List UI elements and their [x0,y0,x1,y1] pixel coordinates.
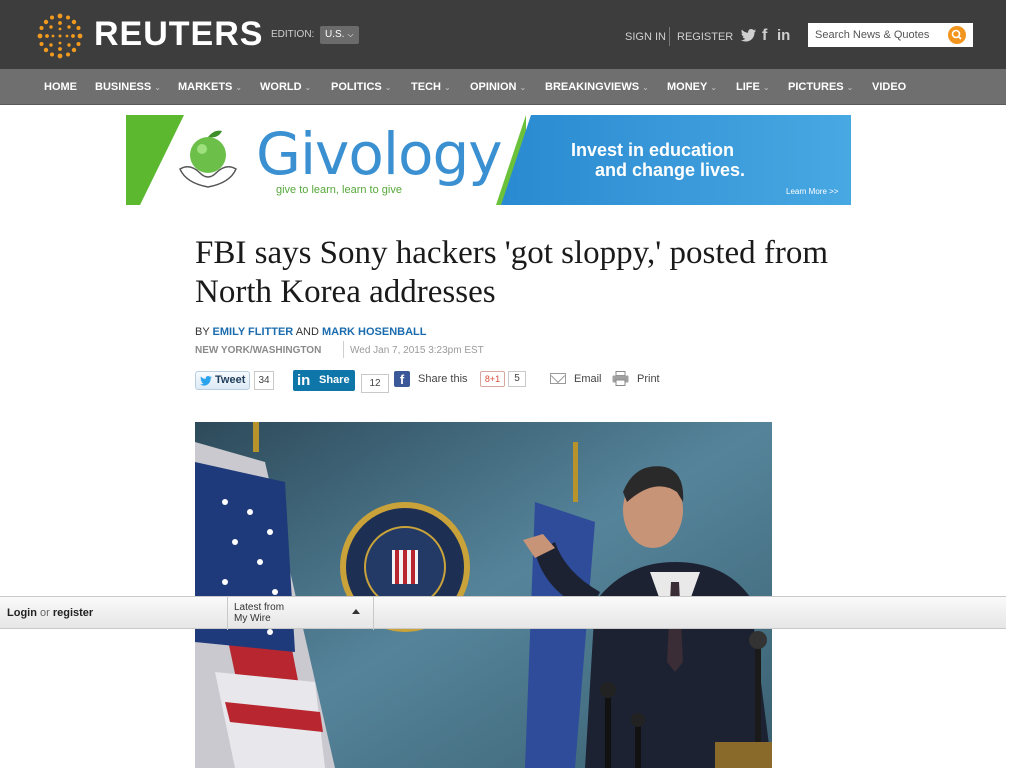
search-input[interactable] [808,23,948,47]
print-link[interactable]: Print [637,373,660,385]
login-register: Login or register [7,607,93,619]
banner-accent-stripe [126,115,140,205]
linkedin-icon: in [297,372,311,389]
linkedin-count: 12 [361,374,389,393]
givology-banner-ad[interactable]: Givology give to learn, learn to give In… [126,115,851,205]
nav-item-business[interactable]: BUSINESS ⌄ [95,69,161,105]
nav-label: LIFE [736,81,760,93]
chevron-down-icon: ⌄ [642,83,649,92]
tweet-label: Tweet [215,374,246,386]
article-photo[interactable] [195,422,772,768]
banner-pitch-line1: Invest in education [571,140,735,160]
nav-label: PICTURES [788,81,844,93]
nav-item-life[interactable]: LIFE ⌄ [736,69,770,105]
byline: BY EMILY FLITTER AND MARK HOSENBALL [195,326,426,338]
twitter-icon [200,376,212,386]
latest-line1: Latest from [234,602,285,613]
chevron-down-icon: ⌄ [519,83,527,92]
tweet-button[interactable]: Tweet [195,371,250,390]
edition-label: EDITION: [271,29,315,40]
byline-and: AND [295,326,319,338]
linkedin-icon[interactable]: in [777,27,790,45]
facebook-share-link[interactable]: Share this [418,373,468,385]
author-link-1[interactable]: EMILY FLITTER [213,326,294,338]
chevron-down-icon: ⌄ [762,83,770,92]
reuters-logo-icon[interactable] [36,12,84,60]
twitter-icon[interactable] [741,29,756,42]
search-box [808,23,973,47]
nav-label: VIDEO [872,81,907,93]
facebook-icon[interactable]: f [394,371,410,387]
nav-label: WORLD [260,81,302,93]
nav-label: MONEY [667,81,708,93]
caret-up-icon[interactable] [352,609,360,614]
nav-label: BREAKINGVIEWS [545,81,640,93]
header-divider [669,27,670,46]
sign-in-link[interactable]: SIGN IN [625,31,666,43]
toolbar-divider [373,597,374,630]
nav-item-home[interactable]: HOME [44,69,77,105]
google-plus-count: 5 [508,371,526,387]
brand-name[interactable]: REUTERS [94,14,263,54]
nav-item-markets[interactable]: MARKETS ⌄ [178,69,242,105]
chevron-down-icon: ⌄ [846,83,854,92]
nav-item-tech[interactable]: TECH ⌄ [411,69,451,105]
dateline: NEW YORK/WASHINGTON [195,345,322,356]
nav-item-money[interactable]: MONEY ⌄ [667,69,717,105]
email-icon[interactable] [550,373,566,384]
banner-tagline: give to learn, learn to give [276,184,402,196]
nav-item-politics[interactable]: POLITICS ⌄ [331,69,391,105]
search-icon [951,29,962,40]
tweet-count: 34 [254,371,274,390]
search-button[interactable] [948,26,966,44]
banner-pitch-line2: and change lives. [595,160,746,180]
chevron-down-icon: ⌄ [154,83,161,92]
chevron-down-icon: ⌄ [235,83,243,92]
nav-label: HOME [44,81,77,93]
nav-item-breakingviews[interactable]: BREAKINGVIEWS ⌄ [545,69,649,105]
facebook-icon[interactable]: f [762,27,767,45]
latest-from-my-wire-toggle[interactable]: Latest from My Wire [234,602,284,624]
login-link[interactable]: Login [7,607,37,619]
main-nav: HOME BUSINESS ⌄ MARKETS ⌄ WORLD ⌄ POLITICS ⌄… [0,69,1006,105]
chevron-down-icon: ⌄ [710,83,718,92]
bottom-toolbar: Login or register Latest from My Wire [0,596,1006,630]
google-plus-button[interactable]: 8+1 [480,371,505,387]
chevron-down-icon: ⌄ [384,83,392,92]
givology-logo-icon [179,130,237,188]
register-link[interactable]: register [53,607,93,619]
chevron-down-icon: ⌄ [443,83,451,92]
nav-item-world[interactable]: WORLD ⌄ [260,69,311,105]
register-link[interactable]: REGISTER [677,31,733,43]
nav-label: BUSINESS [95,81,152,93]
chevron-down-icon: ⌄ [304,83,312,92]
nav-item-video[interactable]: VIDEO [872,69,906,105]
linkedin-share-button[interactable]: in Share [293,370,355,391]
email-link[interactable]: Email [574,373,602,385]
toolbar-divider [227,597,228,630]
timestamp: Wed Jan 7, 2015 3:23pm EST [350,345,484,356]
nav-label: MARKETS [178,81,233,93]
nav-label: OPINION [470,81,517,93]
author-link-2[interactable]: MARK HOSENBALL [322,326,427,338]
byline-prefix: BY [195,326,210,338]
banner-brand: Givology [256,120,503,188]
edition-value: U.S. [325,29,345,40]
nav-label: POLITICS [331,81,382,93]
dateline-divider [343,341,344,358]
nav-item-pictures[interactable]: PICTURES ⌄ [788,69,853,105]
article-headline: FBI says Sony hackers 'got sloppy,' post… [195,235,829,310]
printer-icon[interactable] [612,371,629,386]
banner-learn-more-link[interactable]: Learn More >> [786,187,838,196]
page: REUTERS EDITION: U.S. ⌵ SIGN IN REGISTER … [0,0,1024,768]
site-header: REUTERS EDITION: U.S. ⌵ SIGN IN REGISTER … [0,0,1006,69]
latest-line2: My Wire [234,613,271,624]
nav-label: TECH [411,81,441,93]
chevron-down-icon: ⌵ [347,30,354,39]
linkedin-share-label: Share [319,374,350,386]
login-or: or [40,607,50,619]
nav-item-opinion[interactable]: OPINION ⌄ [470,69,526,105]
edition-select[interactable]: U.S. ⌵ [320,26,359,44]
